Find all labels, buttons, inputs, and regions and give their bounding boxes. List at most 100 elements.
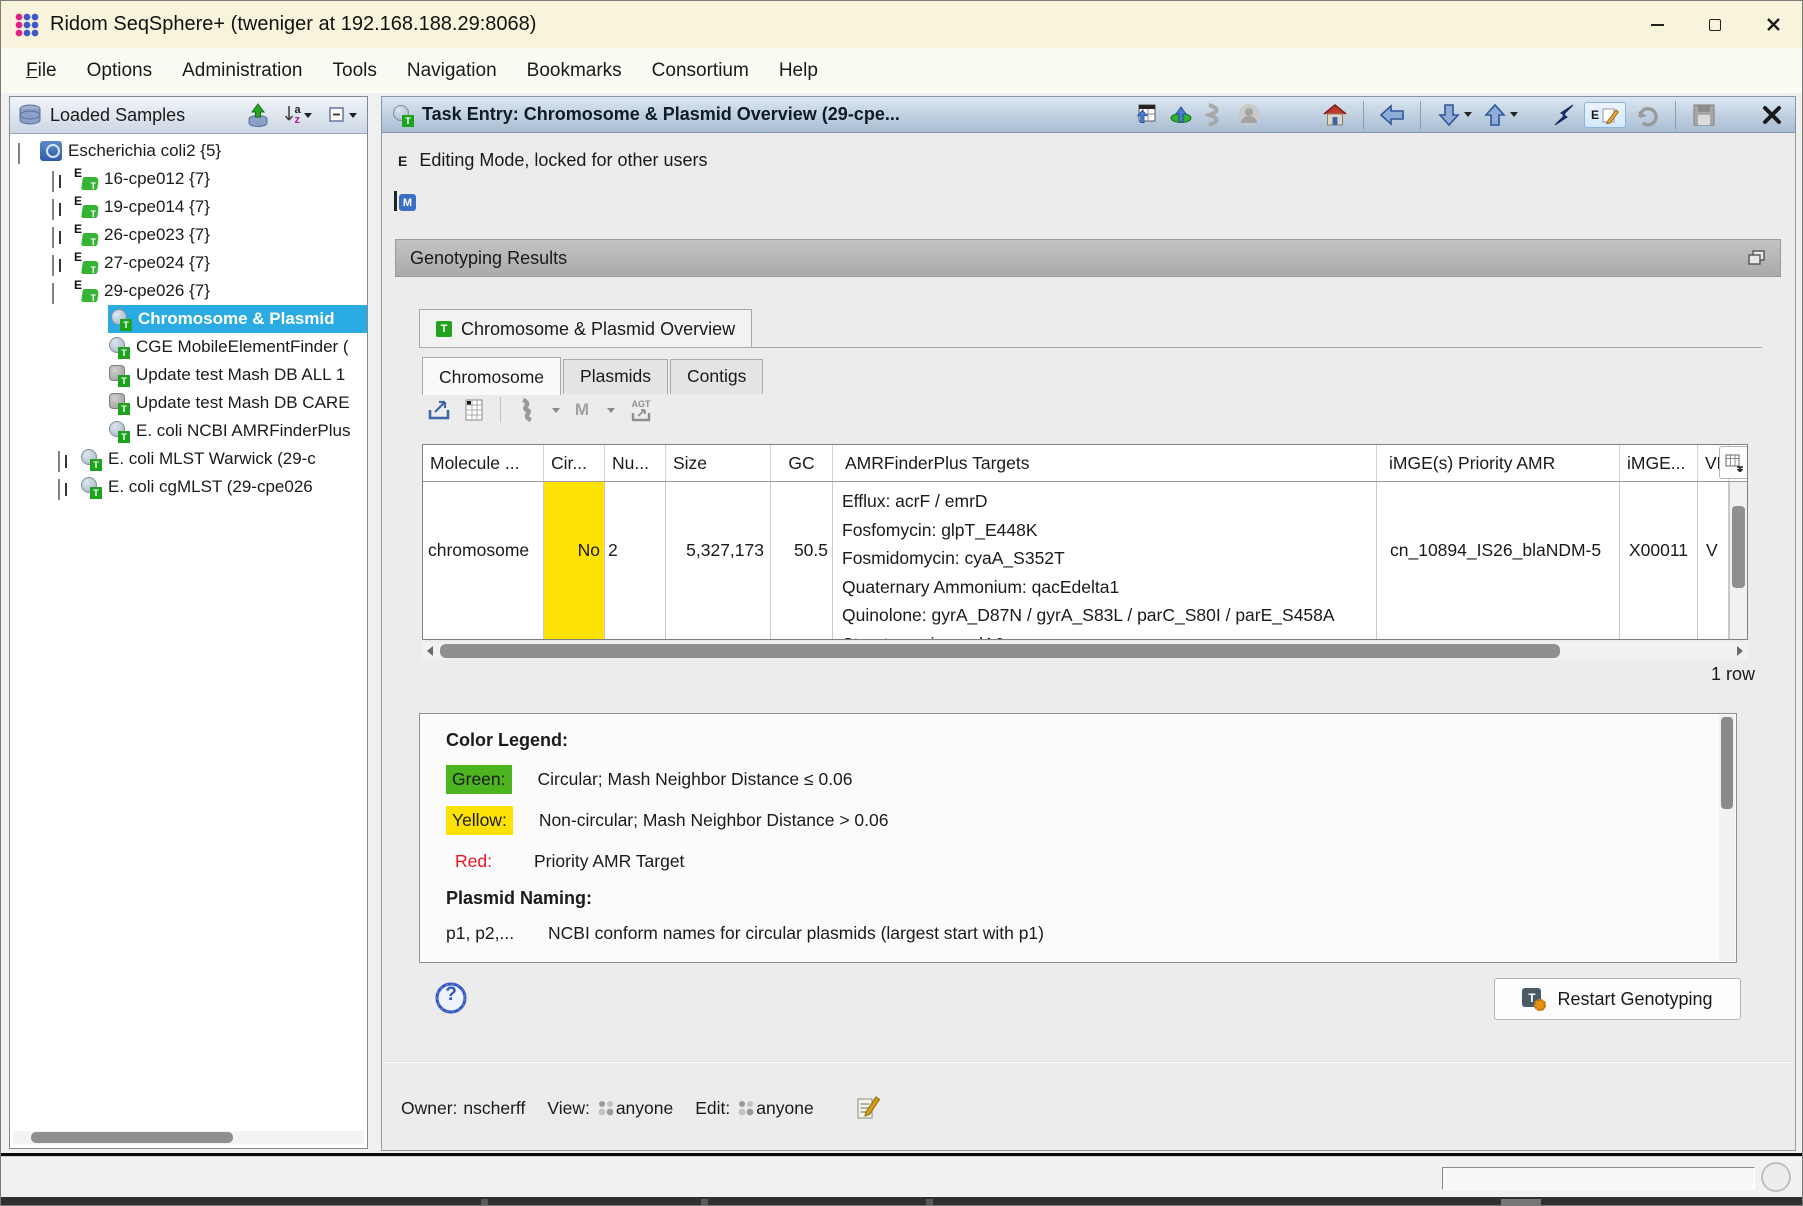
tree-item-project[interactable]: Escherichia coli2 {5} xyxy=(10,137,367,165)
undo-icon[interactable] xyxy=(1634,102,1660,128)
sequence-icon[interactable] xyxy=(1202,102,1228,128)
tab-chromosome[interactable]: Chromosome xyxy=(422,357,561,395)
tab-plasmids[interactable]: Plasmids xyxy=(563,359,668,394)
tree-item-task-entry[interactable]: T CGE MobileElementFinder ( xyxy=(10,333,367,361)
amr-line: Efflux: acrF / emrD xyxy=(842,487,1376,516)
sort-icon[interactable]: a z xyxy=(279,102,317,128)
menu-file[interactable]: File xyxy=(15,54,68,88)
tree-item-sample[interactable]: ET 19-cpe014 {7} xyxy=(10,193,367,221)
restore-panel-icon[interactable] xyxy=(1748,250,1766,266)
menu-options[interactable]: Options xyxy=(76,54,163,88)
expand-expander[interactable] xyxy=(58,451,60,472)
collapse-expander[interactable] xyxy=(52,283,54,304)
marker-m-icon[interactable]: M xyxy=(394,191,418,213)
col-header-circular[interactable]: Cir... xyxy=(544,445,605,481)
restart-genotyping-button[interactable]: T Restart Genotyping xyxy=(1494,978,1741,1020)
chevron-down-icon xyxy=(1510,112,1518,117)
scrollbar-thumb[interactable] xyxy=(1721,717,1733,809)
sequence-export-icon[interactable]: AGT xyxy=(624,397,658,423)
menu-bookmarks[interactable]: Bookmarks xyxy=(516,54,633,88)
menu-administration[interactable]: Administration xyxy=(171,54,313,88)
menu-consortium[interactable]: Consortium xyxy=(641,54,760,88)
collapse-all-icon[interactable] xyxy=(325,102,359,128)
task-entry-icon: T xyxy=(80,449,102,469)
expand-expander[interactable] xyxy=(58,479,60,500)
scrollbar-thumb[interactable] xyxy=(31,1132,233,1143)
maximize-button[interactable] xyxy=(1686,1,1744,48)
home-icon[interactable] xyxy=(1322,102,1348,128)
expand-expander[interactable] xyxy=(52,171,54,192)
task-entry-icon: T xyxy=(80,477,102,497)
sidebar-horizontal-scrollbar[interactable] xyxy=(13,1131,364,1144)
legend-red-desc: Priority AMR Target xyxy=(534,851,684,872)
tree-item-sample[interactable]: ET 16-cpe012 {7} xyxy=(10,165,367,193)
save-icon[interactable] xyxy=(1691,102,1717,128)
col-header-imge[interactable]: iMGE... xyxy=(1620,445,1698,481)
mash-view-icon[interactable]: M xyxy=(569,397,595,423)
expand-expander[interactable] xyxy=(52,227,54,248)
tree-item-label: Chromosome & Plasmid xyxy=(138,309,335,329)
col-header-num[interactable]: Nu... xyxy=(605,445,666,481)
tab-contigs[interactable]: Contigs xyxy=(670,359,763,394)
send-icon[interactable] xyxy=(1550,102,1576,128)
chevron-down-icon xyxy=(304,113,312,118)
close-panel-icon[interactable] xyxy=(1759,102,1785,128)
table-vertical-scrollbar[interactable] xyxy=(1729,482,1747,640)
scroll-right-icon[interactable] xyxy=(1732,642,1748,660)
col-header-molecule[interactable]: Molecule ... xyxy=(423,445,544,481)
scrollbar-thumb[interactable] xyxy=(1732,506,1745,588)
edit-label: Edit: xyxy=(695,1098,730,1119)
amr-line: Fosfomycin: glpT_E448K xyxy=(842,516,1376,545)
legend-vertical-scrollbar[interactable] xyxy=(1719,715,1735,961)
chevron-down-icon[interactable] xyxy=(552,408,560,413)
tree-item-task-entry[interactable]: T Update test Mash DB CARE xyxy=(10,389,367,417)
tree-item-task-entry[interactable]: T E. coli cgMLST (29-cpe026 xyxy=(10,473,367,501)
upload-database-icon[interactable] xyxy=(1168,102,1194,128)
tree-item-task-entry[interactable]: T E. coli NCBI AMRFinderPlus xyxy=(10,417,367,445)
col-header-imge-priority[interactable]: iMGE(s) Priority AMR xyxy=(1377,445,1620,481)
back-icon[interactable] xyxy=(1379,102,1405,128)
tree-item-sample[interactable]: ET 27-cpe024 {7} xyxy=(10,249,367,277)
sample-icon: ET xyxy=(74,196,98,218)
tree-item-task-entry[interactable]: T Update test Mash DB ALL 1 xyxy=(10,361,367,389)
navigate-down-icon[interactable] xyxy=(1436,102,1474,128)
close-button[interactable] xyxy=(1744,1,1802,48)
export-icon[interactable] xyxy=(426,397,452,423)
table-header-row: Molecule ... Cir... Nu... Size GC AMRFin… xyxy=(423,445,1747,482)
menu-help[interactable]: Help xyxy=(768,54,829,88)
tree-item-task-entry[interactable]: T E. coli MLST Warwick (29-c xyxy=(10,445,367,473)
chevron-down-icon[interactable] xyxy=(607,408,615,413)
collapse-expander[interactable] xyxy=(18,143,20,164)
col-header-size[interactable]: Size xyxy=(666,445,771,481)
table-horizontal-scrollbar[interactable] xyxy=(422,642,1748,660)
menu-tools[interactable]: Tools xyxy=(322,54,388,88)
edit-permissions-icon[interactable] xyxy=(856,1095,880,1121)
scroll-left-icon[interactable] xyxy=(422,642,438,660)
table-row[interactable]: chromosome No 2 5,327,173 50.5 Efflux: a… xyxy=(423,482,1747,640)
export-table-icon[interactable] xyxy=(1134,102,1160,128)
tab-chromosome-plasmid-overview[interactable]: T Chromosome & Plasmid Overview xyxy=(419,309,752,348)
person-icon[interactable] xyxy=(1236,102,1262,128)
navigate-up-icon[interactable] xyxy=(1482,102,1520,128)
scrollbar-thumb[interactable] xyxy=(440,644,1560,658)
help-icon[interactable]: ? xyxy=(434,981,468,1015)
molecule-tabs: Chromosome Plasmids Contigs xyxy=(422,356,765,394)
minimize-button[interactable] xyxy=(1628,1,1686,48)
col-header-gc[interactable]: GC xyxy=(771,445,833,481)
tree-item-label: 26-cpe023 {7} xyxy=(104,225,210,245)
window-title: Ridom SeqSphere+ (tweniger at 192.168.18… xyxy=(50,13,536,36)
table-column-config-icon[interactable] xyxy=(1719,446,1748,479)
expand-expander[interactable] xyxy=(52,255,54,276)
chromosome-view-icon[interactable] xyxy=(514,397,540,423)
col-header-amr[interactable]: AMRFinderPlus Targets xyxy=(833,445,1377,481)
edit-mode-toggle[interactable]: E xyxy=(1584,102,1626,128)
tree-item-sample[interactable]: ET 26-cpe023 {7} xyxy=(10,221,367,249)
upload-database-icon[interactable] xyxy=(245,102,271,128)
tab-baseline xyxy=(419,347,1762,348)
tree-item-task-entry-selected[interactable]: T Chromosome & Plasmid xyxy=(10,305,367,333)
tree-item-label: 29-cpe026 {7} xyxy=(104,281,210,301)
tree-item-sample[interactable]: ET 29-cpe026 {7} xyxy=(10,277,367,305)
menu-navigation[interactable]: Navigation xyxy=(396,54,508,88)
expand-expander[interactable] xyxy=(52,199,54,220)
column-settings-icon[interactable] xyxy=(461,397,487,423)
